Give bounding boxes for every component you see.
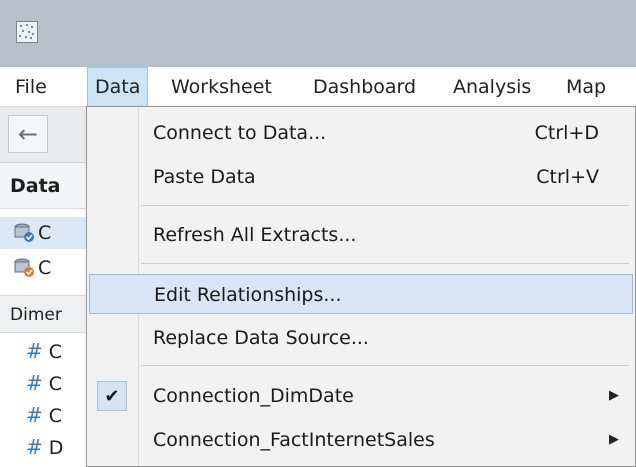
menu-separator [141, 205, 629, 206]
replace-data-source-label: Replace Data Source... [153, 327, 369, 349]
menu-bar: File Data Worksheet Dashboard Analysis M… [0, 67, 636, 107]
database-icon [14, 223, 36, 243]
toolbar: ← [0, 107, 92, 163]
connection-item[interactable]: C [0, 252, 92, 284]
field-label: D [48, 437, 64, 459]
field-label: C [48, 373, 63, 395]
app-icon[interactable] [16, 21, 38, 43]
data-menu-dropdown: Connect to Data... Ctrl+D Paste Data Ctr… [86, 106, 636, 467]
connection-factinternetsales-label: Connection_FactInternetSales [153, 429, 435, 451]
connect-to-data-item[interactable]: Connect to Data... Ctrl+D [89, 113, 633, 153]
dimensions-header: Dimer [0, 295, 92, 333]
field-label: C [48, 405, 63, 427]
checkmark-icon: ✔ [97, 381, 127, 411]
submenu-arrow-icon: ▶ [609, 388, 619, 403]
menu-dashboard[interactable]: Dashboard [306, 67, 423, 107]
field-item[interactable]: # C [0, 367, 92, 399]
connection-factinternetsales-item[interactable]: Connection_FactInternetSales ▶ [89, 420, 633, 460]
measure-hash-icon: # [26, 435, 43, 459]
paste-data-label: Paste Data [153, 166, 256, 188]
paste-data-shortcut: Ctrl+V [536, 166, 599, 188]
menu-separator [141, 263, 629, 264]
field-label: C [48, 341, 63, 363]
field-item[interactable]: # D [0, 431, 92, 463]
connect-to-data-shortcut: Ctrl+D [534, 122, 599, 144]
connection-dimdate-label: Connection_DimDate [153, 385, 354, 407]
connection-dimdate-item[interactable]: ✔ Connection_DimDate ▶ [89, 376, 633, 416]
title-bar [0, 0, 636, 67]
data-pane: ← Data C C Dimer # C # C # C # D [0, 107, 92, 467]
menu-worksheet[interactable]: Worksheet [164, 67, 279, 107]
measure-hash-icon: # [26, 371, 43, 395]
menu-separator [141, 365, 629, 366]
menu-analysis[interactable]: Analysis [446, 67, 538, 107]
field-item[interactable]: # C [0, 335, 92, 367]
refresh-all-extracts-item[interactable]: Refresh All Extracts... [89, 215, 633, 255]
connection-label: C [38, 222, 52, 244]
paste-data-item[interactable]: Paste Data Ctrl+V [89, 157, 633, 197]
replace-data-source-item[interactable]: Replace Data Source... [89, 318, 633, 358]
connect-to-data-label: Connect to Data... [153, 122, 327, 144]
connection-item[interactable]: C [0, 217, 92, 249]
data-tab[interactable]: Data [0, 163, 92, 209]
edit-relationships-label: Edit Relationships... [154, 284, 342, 306]
measure-hash-icon: # [26, 339, 43, 363]
submenu-arrow-icon: ▶ [609, 432, 619, 447]
connection-label: C [38, 257, 52, 279]
refresh-all-extracts-label: Refresh All Extracts... [153, 224, 357, 246]
measure-hash-icon: # [26, 403, 43, 427]
database-icon [14, 258, 36, 278]
back-arrow-icon[interactable]: ← [8, 115, 48, 153]
field-item[interactable]: # C [0, 399, 92, 431]
edit-relationships-item[interactable]: Edit Relationships... [89, 274, 633, 314]
menu-map[interactable]: Map [559, 67, 613, 107]
menu-data[interactable]: Data [87, 67, 149, 107]
menu-file[interactable]: File [8, 67, 54, 107]
